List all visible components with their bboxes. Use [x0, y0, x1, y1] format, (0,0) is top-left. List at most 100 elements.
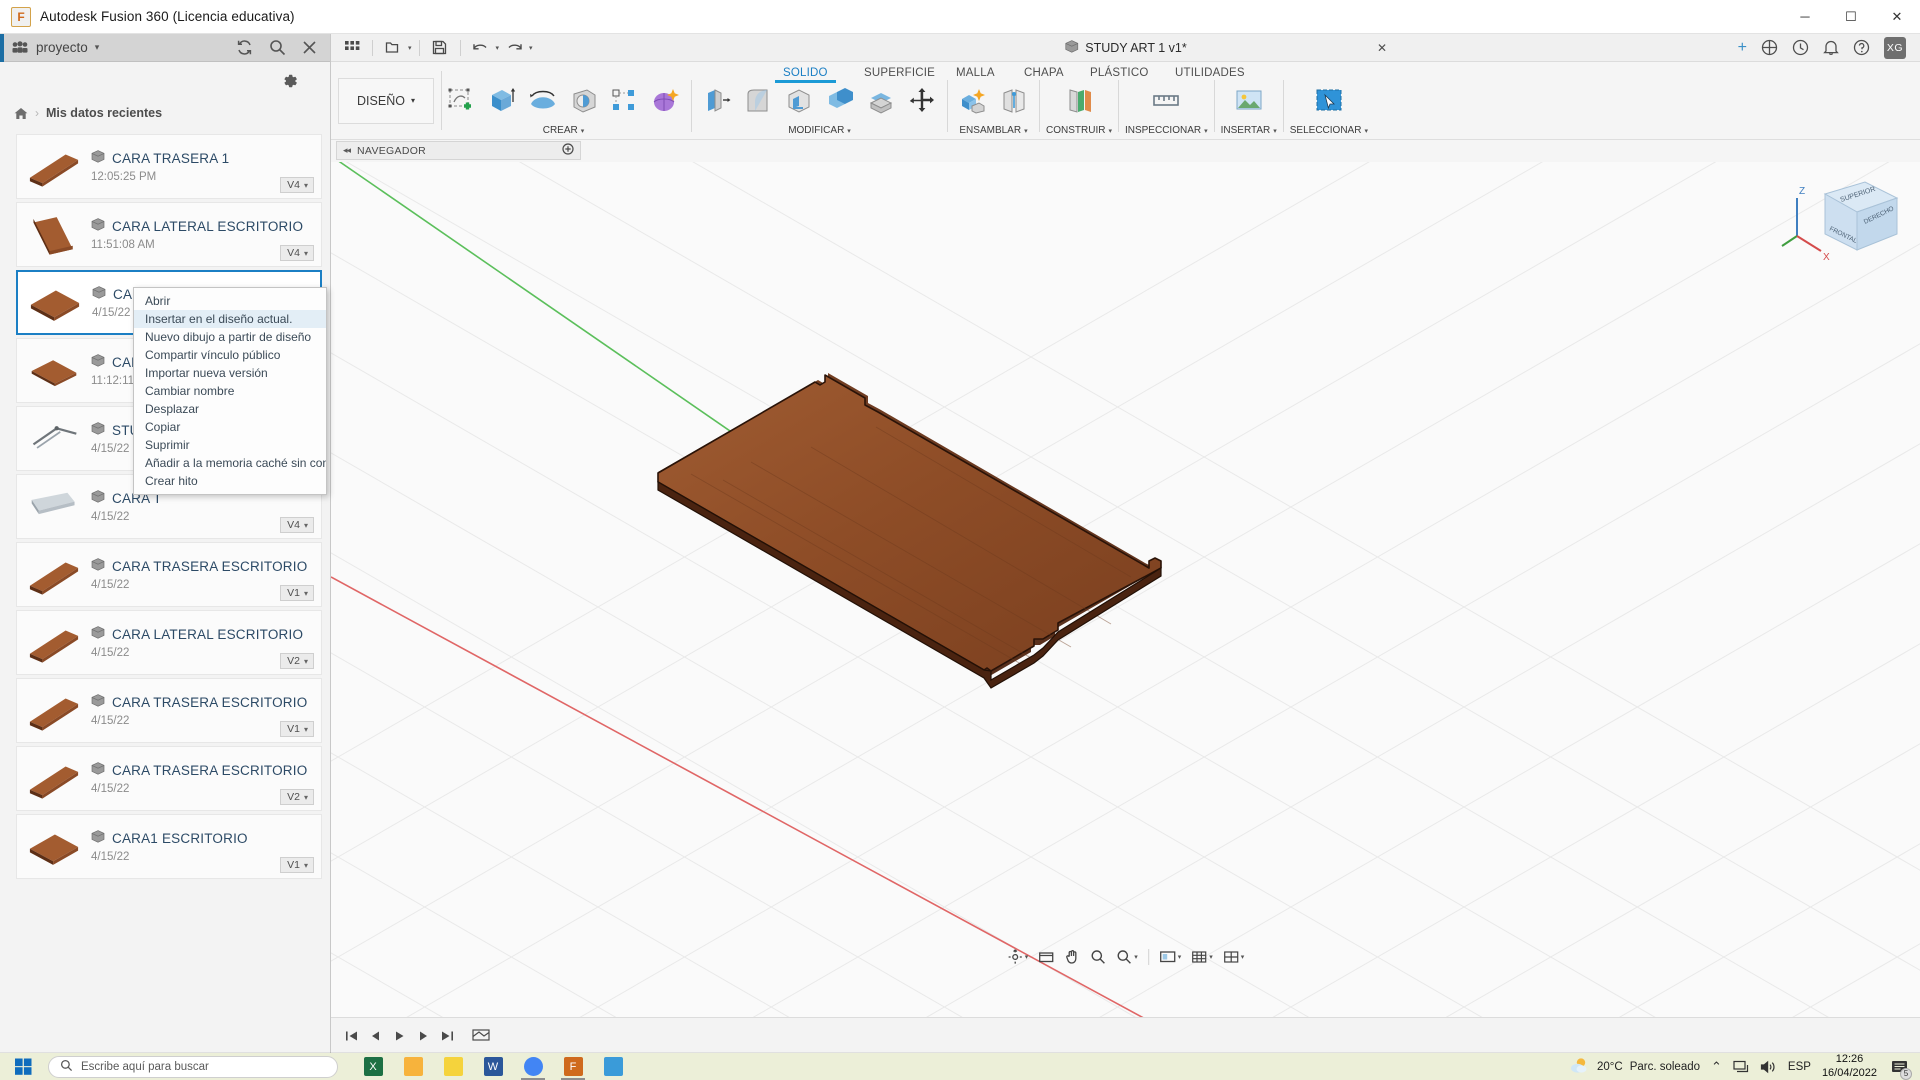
offset-face-icon[interactable] — [862, 81, 900, 121]
ribbon-group-label[interactable]: INSERTAR▾ — [1221, 125, 1277, 136]
context-menu-item[interactable]: Crear hito — [134, 472, 326, 490]
zoom-window-caret-icon[interactable]: ▾ — [1134, 953, 1138, 961]
file-explorer-icon[interactable] — [396, 1054, 430, 1079]
notifications-icon[interactable] — [1823, 39, 1839, 56]
pattern-icon[interactable] — [606, 81, 644, 121]
pan-view-icon[interactable] — [1034, 945, 1058, 969]
plus-circle-icon[interactable] — [562, 143, 574, 158]
redo-caret-icon[interactable]: ▾ — [529, 44, 533, 52]
photos-icon[interactable] — [596, 1054, 630, 1079]
ribbon-group-icons[interactable] — [442, 80, 685, 122]
press-pull-icon[interactable] — [698, 81, 736, 121]
ribbon-group-label[interactable]: MODIFICAR▾ — [788, 125, 851, 136]
zoom-icon[interactable] — [1086, 945, 1110, 969]
view-navigation-toolbar[interactable]: ▾ ▾ ▾ ▾ — [1003, 945, 1249, 969]
viewports-caret-icon[interactable]: ▾ — [1241, 953, 1245, 961]
fillet-icon[interactable] — [739, 81, 777, 121]
undo-caret-icon[interactable]: ▾ — [496, 44, 500, 52]
ribbon-group-icons[interactable] — [698, 80, 941, 122]
ribbon-group-label[interactable]: ENSAMBLAR▾ — [959, 125, 1027, 136]
list-item[interactable]: CARA LATERAL ESCRITORIO4/15/22V2▾ — [16, 610, 322, 675]
context-menu-item[interactable]: Insertar en el diseño actual. — [134, 310, 326, 328]
gear-icon[interactable] — [281, 72, 299, 93]
user-avatar[interactable]: XG — [1884, 37, 1906, 59]
measure-icon[interactable] — [1147, 81, 1185, 121]
project-name[interactable]: proyecto — [36, 40, 88, 55]
display-settings-icon[interactable]: ▾ — [1155, 945, 1186, 969]
ribbon-group-label[interactable]: INSPECCIONAR▾ — [1125, 125, 1208, 136]
move-copy-icon[interactable] — [903, 81, 941, 121]
list-item[interactable]: CARA TRASERA 112:05:25 PMV4▾ — [16, 134, 322, 199]
grid-snaps-caret-icon[interactable]: ▾ — [1209, 953, 1213, 961]
new-file-caret-icon[interactable]: ▾ — [408, 44, 412, 52]
skip-end-icon[interactable] — [437, 1026, 457, 1046]
orbit-caret-icon[interactable]: ▾ — [1025, 953, 1029, 961]
maximize-button[interactable]: ☐ — [1828, 0, 1874, 34]
timeline-end-icon[interactable] — [471, 1026, 491, 1046]
ribbon-group-label[interactable]: CONSTRUIR▾ — [1046, 125, 1112, 136]
ribbon-tab-chapa[interactable]: CHAPA — [1024, 67, 1064, 79]
list-item[interactable]: CARA TRASERA ESCRITORIO4/15/22V1▾ — [16, 542, 322, 607]
job-status-icon[interactable] — [1792, 39, 1809, 56]
sweep-icon[interactable] — [565, 81, 603, 121]
collapse-navigator-icon[interactable]: ◂◂ — [343, 145, 350, 156]
context-menu-item[interactable]: Añadir a la memoria caché sin conexión — [134, 454, 326, 472]
offset-plane-icon[interactable] — [1060, 81, 1098, 121]
chevron-up-icon[interactable]: ⌃ — [1711, 1059, 1722, 1075]
network-icon[interactable] — [1733, 1060, 1749, 1074]
context-menu-item[interactable]: Importar nueva versión — [134, 364, 326, 382]
timeline-bar[interactable] — [331, 1017, 1920, 1053]
grid-snaps-icon[interactable]: ▾ — [1187, 945, 1217, 969]
insert-decal-icon[interactable] — [1230, 81, 1268, 121]
chevron-down-icon[interactable]: ▾ — [95, 42, 100, 53]
ribbon-group-icons[interactable] — [954, 80, 1033, 122]
list-item[interactable]: CARA LATERAL ESCRITORIO11:51:08 AMV4▾ — [16, 202, 322, 267]
weather-widget[interactable]: 20°C Parc. soleado — [1569, 1057, 1700, 1077]
display-settings-caret-icon[interactable]: ▾ — [1178, 953, 1182, 961]
ribbon-group-label[interactable]: SELECCIONAR▾ — [1290, 125, 1368, 136]
version-badge[interactable]: V4▾ — [280, 517, 314, 533]
fusion360-icon[interactable]: F — [556, 1054, 590, 1079]
version-badge[interactable]: V4▾ — [280, 245, 314, 261]
help-icon[interactable] — [1853, 39, 1870, 56]
recent-data-list[interactable]: CARA TRASERA 112:05:25 PMV4▾CARA LATERAL… — [0, 134, 331, 1053]
file-context-menu[interactable]: AbrirInsertar en el diseño actual.Nuevo … — [133, 287, 327, 495]
ribbon-group-icons[interactable] — [1147, 80, 1185, 122]
form-icon[interactable] — [647, 81, 685, 121]
word-icon[interactable]: W — [476, 1054, 510, 1079]
sticky-notes-icon[interactable] — [436, 1054, 470, 1079]
undo-icon[interactable] — [468, 37, 494, 59]
chrome-icon[interactable] — [516, 1054, 550, 1079]
list-item[interactable]: CARA1 ESCRITORIO4/15/22V1▾ — [16, 814, 322, 879]
version-badge[interactable]: V1▾ — [280, 857, 314, 873]
version-badge[interactable]: V1▾ — [280, 585, 314, 601]
ribbon-group-icons[interactable] — [1060, 80, 1098, 122]
select-icon[interactable] — [1310, 81, 1348, 121]
ribbon-tab-superficie[interactable]: SUPERFICIE — [864, 67, 935, 79]
ribbon-tab-utilidades[interactable]: UTILIDADES — [1175, 67, 1245, 79]
grid-icon[interactable] — [339, 37, 365, 59]
home-icon[interactable] — [14, 107, 28, 120]
windows-start-icon[interactable] — [0, 1053, 46, 1080]
excel-icon[interactable]: X — [356, 1054, 390, 1079]
ribbon-tab-solido[interactable]: SOLIDO — [783, 67, 828, 79]
context-menu-item[interactable]: Compartir vínculo público — [134, 346, 326, 364]
close-document-icon[interactable]: ✕ — [1377, 41, 1387, 55]
list-item[interactable]: CARA TRASERA ESCRITORIO4/15/22V2▾ — [16, 746, 322, 811]
taskbar-search-box[interactable]: Escribe aquí para buscar — [48, 1056, 338, 1078]
taskbar-app-buttons[interactable]: XWF — [356, 1054, 630, 1079]
minimize-button[interactable]: ─ — [1782, 0, 1828, 34]
refresh-icon[interactable] — [236, 39, 253, 56]
extrude-icon[interactable] — [483, 81, 521, 121]
new-file-icon[interactable] — [380, 37, 406, 59]
language-indicator[interactable]: ESP — [1788, 1061, 1811, 1073]
list-item[interactable]: CARA TRASERA ESCRITORIO4/15/22V1▾ — [16, 678, 322, 743]
context-menu-item[interactable]: Copiar — [134, 418, 326, 436]
search-icon[interactable] — [269, 39, 286, 56]
viewport-canvas-svg[interactable]: Z X SUPERIOR FRONTAL DERECHO — [331, 162, 1920, 1017]
notifications-icon[interactable]: 5 — [1888, 1056, 1910, 1078]
revolve-icon[interactable] — [524, 81, 562, 121]
close-panel-icon[interactable] — [302, 40, 317, 55]
workspace-box[interactable]: DISEÑO ▾ — [338, 78, 434, 124]
zoom-window-icon[interactable]: ▾ — [1112, 945, 1142, 969]
